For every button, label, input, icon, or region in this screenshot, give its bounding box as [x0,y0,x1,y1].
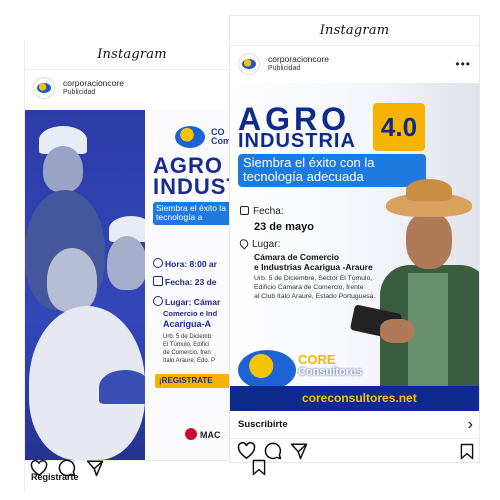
avatar[interactable] [33,77,55,99]
comment-icon[interactable] [58,459,76,477]
heart-icon[interactable] [237,442,256,460]
workers-photo [25,110,153,460]
location-icon [237,237,251,250]
farmer-photo [380,179,479,411]
share-icon[interactable] [290,442,308,460]
post-header: corporacioncore Publicidad ••• [230,46,479,82]
calendar-icon [153,276,163,286]
location-icon [153,296,163,306]
sponsored-label: Publicidad [63,88,96,96]
lugar-line: Acarigua-A [163,319,212,329]
more-icon[interactable]: ••• [455,57,471,71]
username[interactable]: corporacioncore [63,78,124,89]
bookmark-icon[interactable] [252,459,266,481]
lugar-row: Lugar: [237,237,280,250]
address-line: de Comercio, fren [163,350,211,356]
ad-image[interactable]: AGRO INDUSTRIA 4.0 Siembra el éxito con … [230,83,479,411]
address-line: El Túmulo, Edifici [163,342,210,348]
ad-title-line2: INDUSTRIA [238,130,356,152]
brand-consultores: Consultores [298,366,363,378]
address-line: Urb. 5 de Diciemb [163,334,212,340]
website-url: coreconsultores.net [230,386,479,411]
front-action-bar [237,441,474,461]
core-logo-icon [175,126,205,148]
subscribe-cta-button[interactable]: Suscribirte › [230,411,479,439]
back-post-card: Instagram corporacioncore Publicidad CO … [24,40,239,492]
front-post-card: Instagram corporacioncore Publicidad •••… [229,15,480,463]
ad-subtitle: Siembra el éxito la tecnología a [153,202,239,225]
address-line: al Club Italo Araure, Estado Portuguesa. [254,293,376,300]
fecha-row: Fecha: [240,206,284,217]
fecha-row: Fecha: 23 de [153,276,217,287]
ad-title: AGRO INDUSTRIA [153,153,239,199]
chevron-right-icon: › [467,415,473,433]
avatar[interactable] [238,53,260,75]
register-banner: ¡REGISTRATE [155,374,239,388]
calendar-icon [240,206,249,215]
lugar-line: Comercio e Ind [163,309,218,318]
version-badge: 4.0 [373,103,425,151]
post-header: corporacioncore Publicidad [25,70,239,106]
sponsored-label: Publicidad [268,64,301,72]
fecha-value: 23 de mayo [254,221,314,233]
address-line: Urb. 5 de Diciembre, Sector El Túmulo, [254,275,373,282]
clock-icon [153,258,163,268]
instagram-logo: Instagram [319,23,390,38]
username[interactable]: corporacioncore [268,54,329,65]
ad-subtitle: Siembra el éxito con la tecnología adecu… [238,154,426,187]
ad-image[interactable]: CO Com AGRO INDUSTRIA Siembra el éxito l… [25,110,239,460]
instagram-logo: Instagram [97,47,167,62]
back-action-bar [30,457,104,479]
app-header: Instagram [25,40,239,70]
lugar-value: Cámara de Comercio [254,252,340,262]
heart-icon[interactable] [30,459,48,477]
sponsor-icon [185,428,197,440]
lugar-row: Lugar: Cámar [153,296,220,307]
hora-row: Hora: 8:00 ar [153,258,217,269]
lugar-value: e Industrias Acarigua -Araure [254,262,373,272]
bookmark-icon[interactable] [460,443,474,460]
core-logo-icon [238,350,296,390]
brand-core: CORE [298,352,336,367]
address-line: Italo Araure, Edo. P [163,358,216,364]
address-line: Edificio Cámara de Comercio, frente [254,284,364,291]
hand-image [380,319,414,343]
sponsor-logo: MAC [185,428,221,440]
cta-label: Suscribirte [238,419,288,430]
app-header: Instagram [230,16,479,46]
share-icon[interactable] [86,459,104,477]
comment-icon[interactable] [264,442,282,460]
